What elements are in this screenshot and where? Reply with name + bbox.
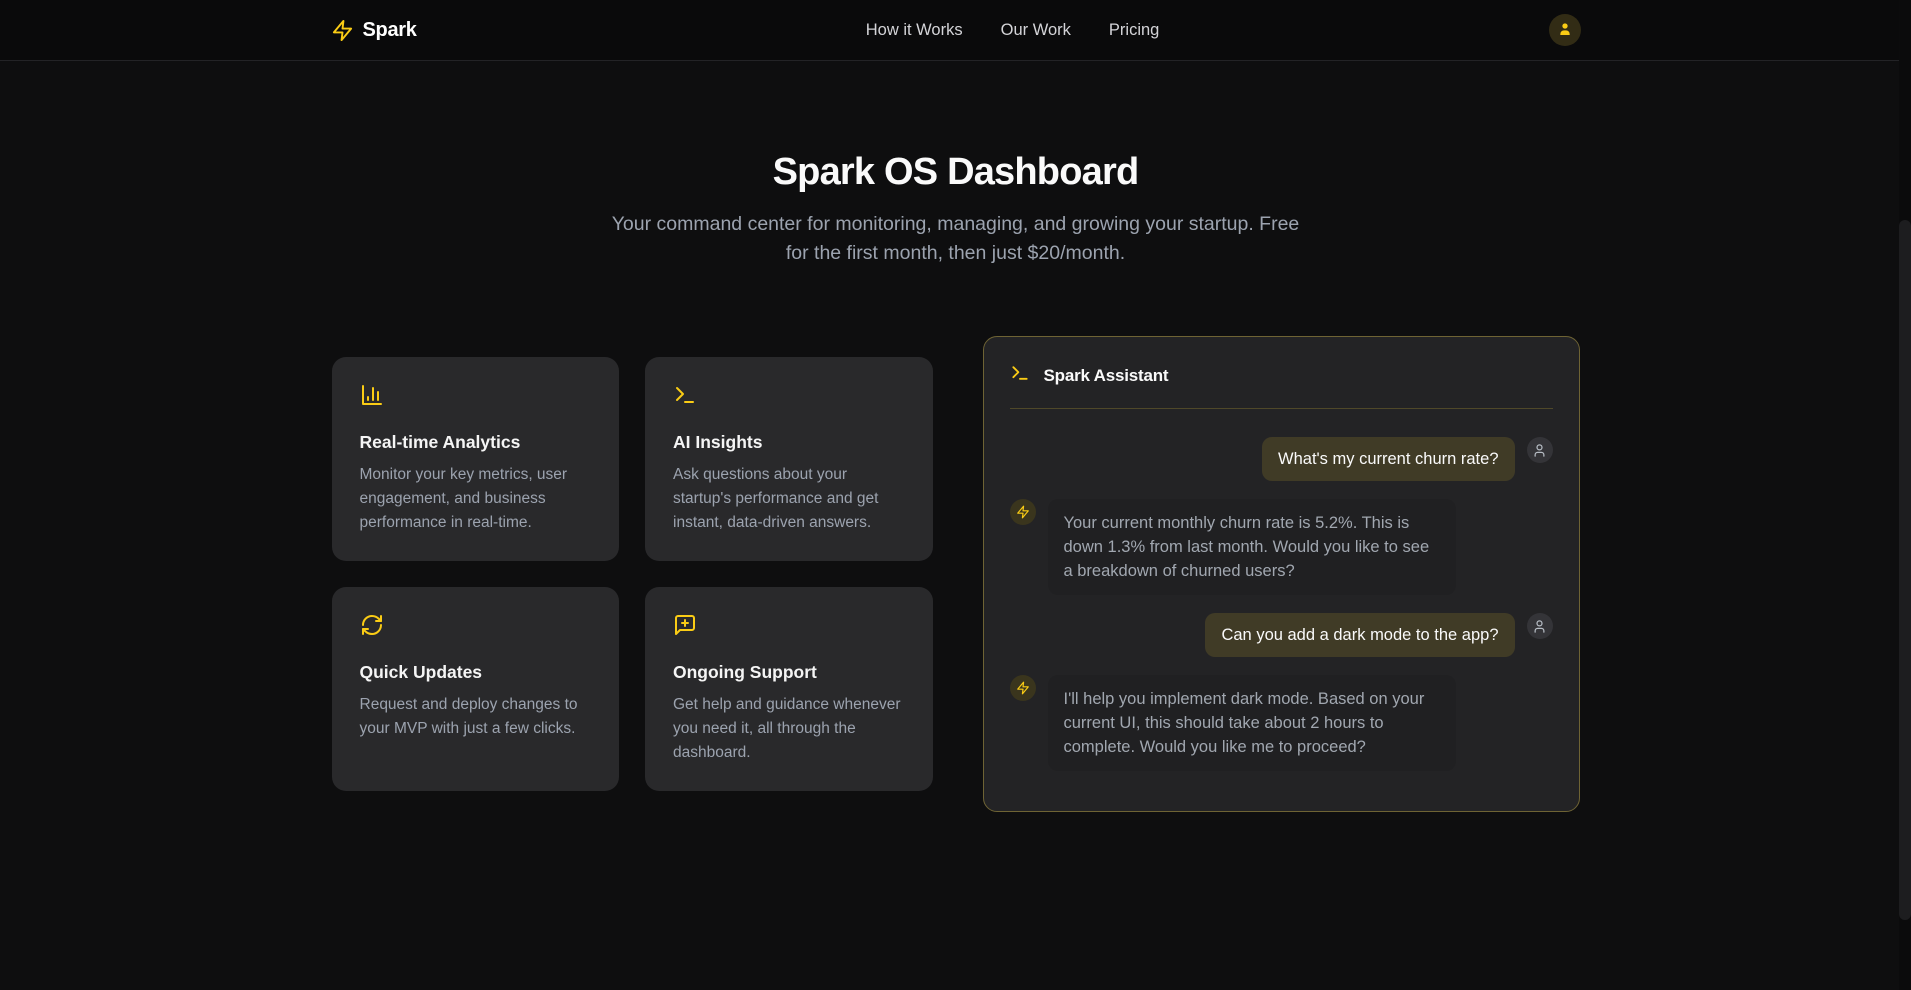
feature-title: Real-time Analytics — [360, 432, 592, 453]
feature-card-realtime-analytics: Real-time Analytics Monitor your key met… — [332, 357, 620, 561]
bar-chart-icon — [360, 383, 592, 412]
page-scrollbar[interactable] — [1899, 0, 1911, 990]
zap-icon — [1010, 675, 1036, 701]
feature-description: Ask questions about your startup's perfo… — [673, 463, 905, 535]
nav-link-pricing[interactable]: Pricing — [1109, 21, 1159, 40]
user-message-bubble: What's my current churn rate? — [1262, 437, 1514, 481]
nav-link-our-work[interactable]: Our Work — [1001, 21, 1071, 40]
brand-label: Spark — [363, 19, 417, 42]
assistant-title: Spark Assistant — [1044, 366, 1169, 386]
terminal-icon — [673, 383, 905, 412]
assistant-header: Spark Assistant — [1010, 363, 1553, 388]
nav-links: How it Works Our Work Pricing — [477, 21, 1549, 40]
feature-card-quick-updates: Quick Updates Request and deploy changes… — [332, 587, 620, 791]
top-nav: Spark How it Works Our Work Pricing — [0, 0, 1911, 61]
refresh-icon — [360, 613, 592, 642]
chat-message-assistant: I'll help you implement dark mode. Based… — [1010, 675, 1553, 771]
feature-title: Ongoing Support — [673, 662, 905, 683]
message-square-plus-icon — [673, 613, 905, 642]
brand[interactable]: Spark — [331, 19, 417, 42]
spark-assistant-panel: Spark Assistant What's my current churn … — [983, 336, 1580, 812]
feature-title: Quick Updates — [360, 662, 592, 683]
content-row: Real-time Analytics Monitor your key met… — [332, 336, 1580, 812]
feature-description: Request and deploy changes to your MVP w… — [360, 693, 592, 741]
assistant-messages: What's my current churn rate? Your curre… — [1010, 437, 1553, 787]
chat-message-user: What's my current churn rate? — [1010, 437, 1553, 481]
hero-section: Spark OS Dashboard Your command center f… — [0, 61, 1911, 268]
feature-card-ongoing-support: Ongoing Support Get help and guidance wh… — [645, 587, 933, 791]
page-scrollbar-thumb[interactable] — [1899, 220, 1911, 920]
page-title: Spark OS Dashboard — [0, 151, 1911, 194]
page-subtitle: Your command center for monitoring, mana… — [606, 210, 1306, 268]
assistant-divider — [1010, 408, 1553, 409]
chat-message-user: Can you add a dark mode to the app? — [1010, 613, 1553, 657]
user-avatar-icon — [1527, 613, 1553, 639]
chat-message-assistant: Your current monthly churn rate is 5.2%.… — [1010, 499, 1553, 595]
feature-title: AI Insights — [673, 432, 905, 453]
feature-description: Get help and guidance whenever you need … — [673, 693, 905, 765]
account-avatar-button[interactable] — [1549, 14, 1581, 46]
zap-icon — [1010, 499, 1036, 525]
feature-card-ai-insights: AI Insights Ask questions about your sta… — [645, 357, 933, 561]
assistant-message-bubble: Your current monthly churn rate is 5.2%.… — [1048, 499, 1456, 595]
top-nav-inner: Spark How it Works Our Work Pricing — [331, 0, 1581, 60]
terminal-icon — [1010, 363, 1030, 388]
user-avatar-icon — [1527, 437, 1553, 463]
nav-link-how-it-works[interactable]: How it Works — [866, 21, 963, 40]
user-icon — [1557, 21, 1573, 40]
user-message-bubble: Can you add a dark mode to the app? — [1205, 613, 1514, 657]
features-grid: Real-time Analytics Monitor your key met… — [332, 357, 933, 791]
assistant-message-bubble: I'll help you implement dark mode. Based… — [1048, 675, 1456, 771]
zap-icon — [331, 19, 354, 42]
feature-description: Monitor your key metrics, user engagemen… — [360, 463, 592, 535]
